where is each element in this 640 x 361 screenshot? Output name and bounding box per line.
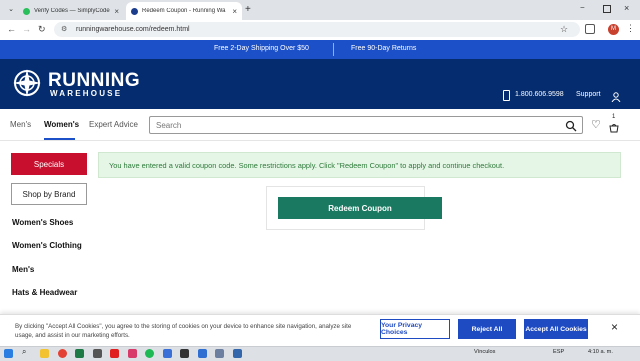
sidebar-link-hats-headwear[interactable]: Hats & Headwear [12,288,77,297]
site-info-icon[interactable]: ⚙ [61,25,69,33]
reject-all-button[interactable]: Reject All [458,319,516,339]
nav-divider [0,140,640,141]
accept-all-cookies-button[interactable]: Accept All Cookies [524,319,588,339]
app-icon[interactable] [215,349,224,358]
minimize-window-icon[interactable]: − [580,3,585,12]
tab-redeem-coupon[interactable]: Redeem Coupon - Running Wa × [126,2,242,20]
nav-mens[interactable]: Men's [10,120,31,129]
app-icon[interactable] [128,349,137,358]
taskbar-clock[interactable]: 4:10 a. m. [588,349,613,355]
back-icon[interactable]: ← [7,24,16,34]
phone-number[interactable]: 1.800.606.9598 [515,91,564,98]
excel-icon[interactable] [75,349,84,358]
coupon-success-alert: You have entered a valid coupon code. So… [98,152,621,178]
shop-by-brand-button[interactable]: Shop by Brand [11,183,87,205]
tab-simplycodes[interactable]: Verify Codes — SimplyCodes × [18,2,124,20]
tab-title: Verify Codes — SimplyCodes [34,8,111,14]
app-icon[interactable] [198,349,207,358]
cart-count-badge: 1 [612,114,616,120]
taskbar-vinculos[interactable]: Vínculos [474,349,495,355]
phone-icon [503,90,510,101]
forward-icon[interactable]: → [22,24,31,34]
browser-menu-icon[interactable]: ⋮ [626,23,635,34]
file-explorer-icon[interactable] [40,349,49,358]
logo-compass-icon[interactable] [12,68,42,98]
taskbar-language[interactable]: ESP [553,349,564,355]
support-link[interactable]: Support [576,91,601,98]
running-warehouse-favicon-icon [131,7,138,15]
reload-icon[interactable]: ↻ [38,24,46,35]
nav-womens[interactable]: Women's [44,120,79,129]
simplycodes-favicon-icon [23,7,30,15]
close-banner-icon[interactable]: × [611,320,618,334]
taskbar-search-icon[interactable]: ⌕ [22,347,31,356]
url-text: runningwarehouse.com/redeem.html [76,26,190,33]
cart-icon[interactable] [609,120,619,133]
app-icon[interactable] [233,349,242,358]
promo-divider [333,43,334,56]
close-tab-icon[interactable]: × [114,7,119,16]
redeem-coupon-button[interactable]: Redeem Coupon [278,197,442,219]
app-icon[interactable] [180,349,189,358]
promo-bar: Free 2-Day Shipping Over $50 Free 90-Day… [0,40,640,59]
chrome-icon[interactable] [58,349,67,358]
logo-text-warehouse[interactable]: WAREHOUSE [50,89,122,98]
search-input[interactable]: Search [149,116,583,134]
youtube-icon[interactable] [110,349,119,358]
wishlist-heart-icon[interactable]: ♡ [591,118,601,131]
specials-button[interactable]: Specials [11,153,87,175]
spotify-icon[interactable] [145,349,154,358]
bookmark-star-icon[interactable]: ☆ [560,24,568,35]
promo-shipping[interactable]: Free 2-Day Shipping Over $50 [214,45,309,52]
maximize-window-icon[interactable] [603,5,611,13]
sidebar-link-mens[interactable]: Men's [12,265,34,274]
sidebar-link-womens-clothing[interactable]: Women's Clothing [12,241,82,250]
close-window-icon[interactable]: × [624,3,629,13]
tab-list-chevron-icon[interactable]: ⌄ [6,5,16,15]
url-bar[interactable]: runningwarehouse.com/redeem.html [54,22,580,37]
account-icon[interactable] [611,89,621,103]
app-icon[interactable] [93,349,102,358]
sidebar-link-womens-shoes[interactable]: Women's Shoes [12,218,73,227]
extensions-icon[interactable] [585,24,595,34]
start-icon[interactable] [4,349,13,358]
privacy-choices-button[interactable]: Your Privacy Choices [380,319,450,339]
new-tab-icon[interactable]: + [245,4,251,15]
search-icon[interactable] [565,119,577,132]
nav-expert-advice[interactable]: Expert Advice [89,120,138,129]
close-tab-icon[interactable]: × [232,7,237,16]
app-icon[interactable] [163,349,172,358]
promo-returns[interactable]: Free 90-Day Returns [351,45,416,52]
profile-avatar[interactable]: M [608,24,619,35]
tab-title: Redeem Coupon - Running Wa [142,8,226,14]
cookie-message: By clicking "Accept All Cookies", you ag… [15,323,352,339]
